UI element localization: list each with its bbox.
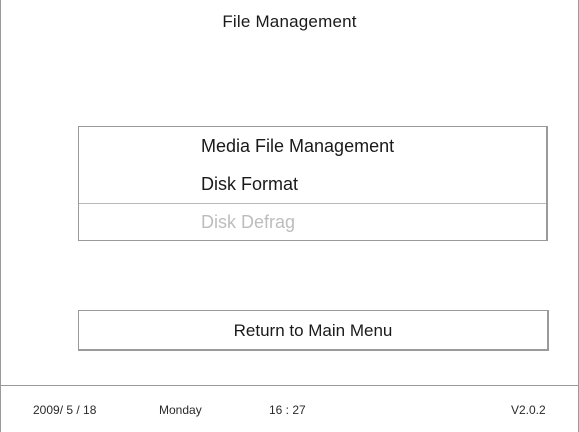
status-day: Monday xyxy=(159,403,202,417)
file-management-menu: Media File Management Disk Format Disk D… xyxy=(78,126,548,241)
return-to-main-menu-button[interactable]: Return to Main Menu xyxy=(78,310,549,351)
status-time: 16 : 27 xyxy=(269,403,306,417)
status-version: V2.0.2 xyxy=(511,403,546,417)
menu-item-disk-format[interactable]: Disk Format xyxy=(79,165,546,203)
status-date: 2009/ 5 / 18 xyxy=(33,403,97,417)
menu-item-media-file-management[interactable]: Media File Management xyxy=(79,127,546,165)
status-bar: 2009/ 5 / 18 Monday 16 : 27 V2.0.2 xyxy=(1,385,578,432)
menu-item-disk-defrag: Disk Defrag xyxy=(79,203,546,240)
page-title: File Management xyxy=(222,12,357,31)
file-management-screen: File Management Media File Management Di… xyxy=(0,0,579,432)
